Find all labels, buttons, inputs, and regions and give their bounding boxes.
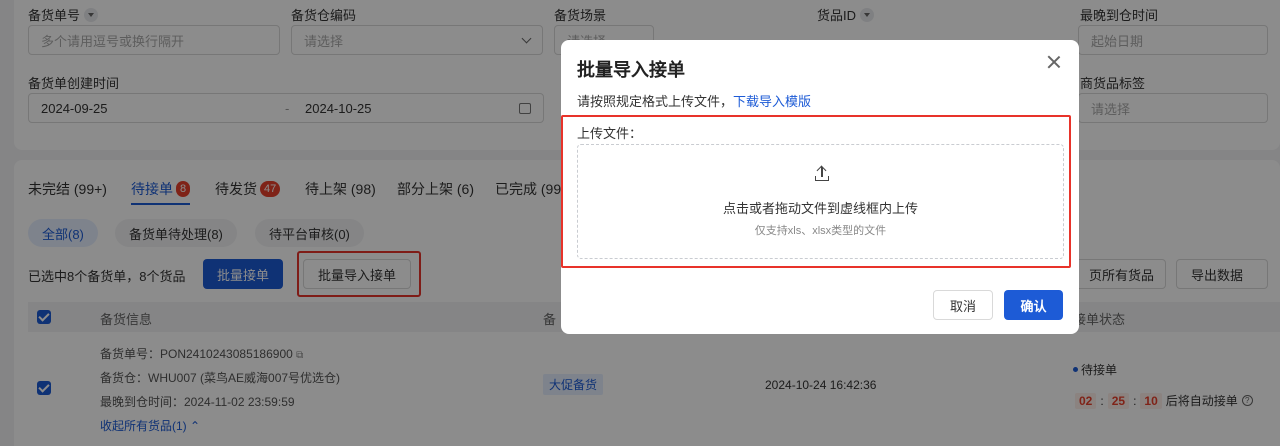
batch-import-dialog: 批量导入接单 请按照规定格式上传文件，下载导入模版 上传文件： 点击或者拖动文件… xyxy=(561,40,1079,334)
download-template-link[interactable]: 下载导入模版 xyxy=(733,94,811,109)
upload-icon xyxy=(814,165,830,183)
upload-dropzone[interactable]: 点击或者拖动文件到虚线框内上传 仅支持xls、xlsx类型的文件 xyxy=(577,144,1064,259)
cancel-button[interactable]: 取消 xyxy=(933,290,993,320)
confirm-button[interactable]: 确认 xyxy=(1004,290,1063,320)
dialog-hint: 请按照规定格式上传文件，下载导入模版 xyxy=(577,94,812,109)
dropzone-text: 点击或者拖动文件到虚线框内上传 xyxy=(722,201,918,216)
upload-label: 上传文件： xyxy=(577,126,643,141)
close-icon[interactable] xyxy=(1047,55,1061,69)
dialog-title: 批量导入接单 xyxy=(577,60,685,80)
dropzone-subtext: 仅支持xls、xlsx类型的文件 xyxy=(754,225,887,237)
